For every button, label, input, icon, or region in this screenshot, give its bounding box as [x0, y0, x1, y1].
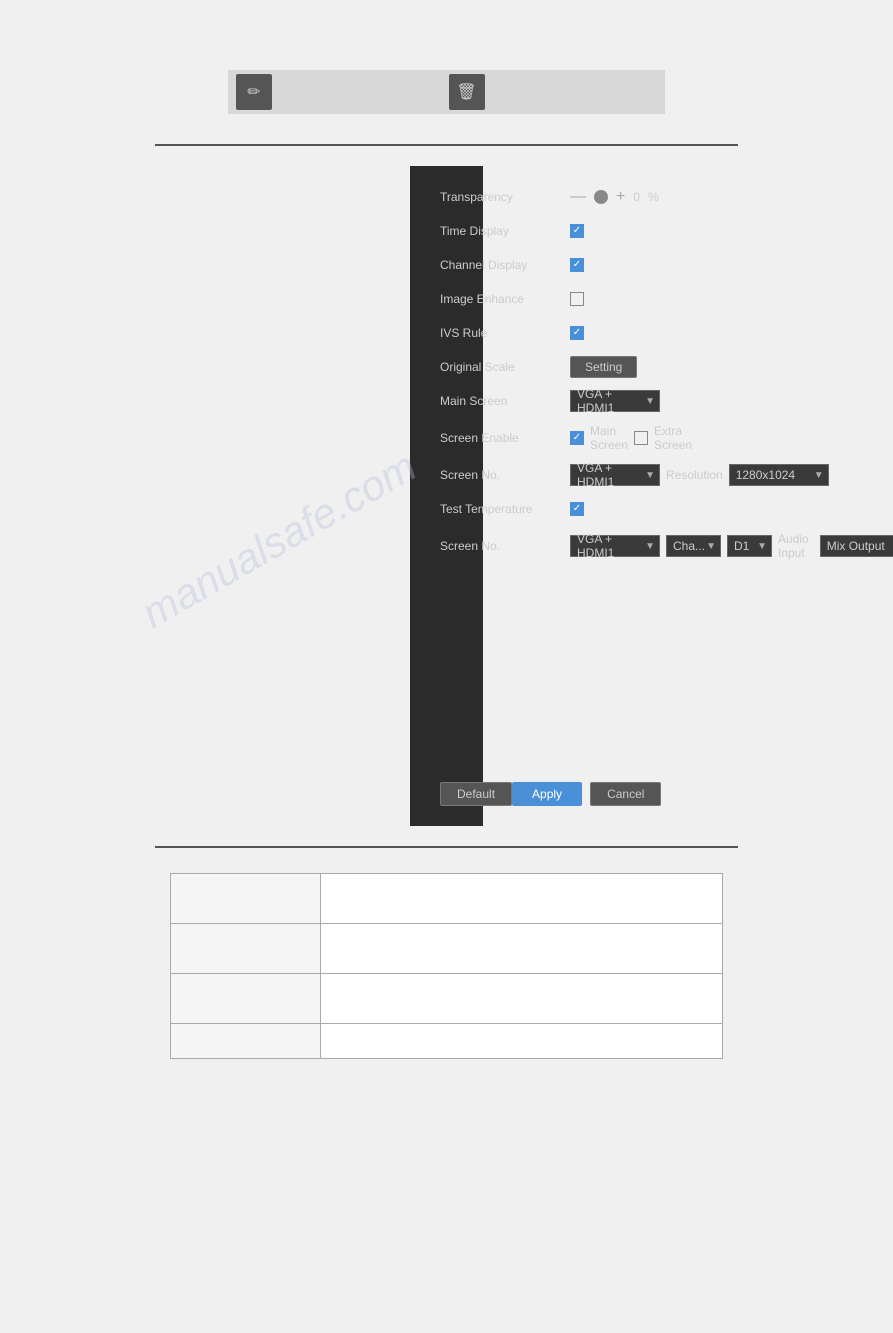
transparency-indicator [594, 190, 608, 204]
time-display-checkbox[interactable] [570, 224, 584, 238]
screen-no1-value: VGA + HDMI1 ▼ Resolution 1280x1024 ▼ [570, 464, 829, 486]
ivs-rule-value [570, 326, 584, 340]
channel-display-value [570, 258, 584, 272]
channel-value-select[interactable]: D1 ▼ [727, 535, 772, 557]
table-row [171, 924, 723, 974]
original-scale-label: Original Scale [440, 360, 570, 374]
settings-panel: Transparency — + 0 % Time Display Channe… [410, 166, 483, 826]
channel-select[interactable]: Cha... ▼ [666, 535, 721, 557]
footer-right-buttons: Apply Cancel [512, 782, 661, 806]
channel-value-text: D1 [734, 539, 749, 553]
transparency-controls: — + 0 % [570, 189, 659, 205]
time-display-row: Time Display [440, 220, 453, 242]
screen-enable-main-label: Main Screen [590, 424, 628, 452]
transparency-unit: % [648, 190, 659, 204]
default-button[interactable]: Default [440, 782, 512, 806]
top-divider [155, 144, 738, 146]
delete-icon: 🗑 [456, 82, 476, 102]
screen-enable-label: Screen Enable [440, 431, 570, 445]
channel-display-label: Channel Display [440, 258, 570, 272]
table-cell-left [171, 974, 321, 1024]
original-scale-button[interactable]: Setting [570, 356, 637, 378]
delete-button[interactable]: 🗑 [449, 74, 485, 110]
time-display-value [570, 224, 584, 238]
image-enhance-value [570, 292, 584, 306]
ivs-rule-row: IVS Rule [440, 322, 453, 344]
empty-space [440, 572, 453, 772]
resolution-label: Resolution [666, 468, 723, 482]
transparency-minus-button[interactable]: — [570, 189, 586, 205]
main-screen-select[interactable]: VGA + HDMI1 ▼ [570, 390, 660, 412]
screen-enable-extra-label: Extra Screen [654, 424, 692, 452]
test-temperature-value [570, 502, 584, 516]
main-screen-value: VGA + HDMI1 ▼ [570, 390, 660, 412]
table-cell-left [171, 924, 321, 974]
screen-no1-select-text: VGA + HDMI1 [577, 461, 639, 489]
screen-no2-value: VGA + HDMI1 ▼ Cha... ▼ D1 ▼ Audio Input … [570, 532, 893, 560]
table-cell-right [321, 924, 723, 974]
resolution-select[interactable]: 1280x1024 ▼ [729, 464, 829, 486]
main-screen-label: Main Screen [440, 394, 570, 408]
screen-no2-select[interactable]: VGA + HDMI1 ▼ [570, 535, 660, 557]
settings-panel-wrapper: manualsafe.com Transparency — + 0 % Time… [205, 166, 688, 826]
time-display-label: Time Display [440, 224, 570, 238]
audio-input-select-text: Mix Output [827, 539, 885, 553]
main-screen-select-text: VGA + HDMI1 [577, 387, 639, 415]
channel-arrow-icon: ▼ [706, 541, 716, 552]
audio-input-label: Audio Input [778, 532, 814, 560]
screen-enable-row: Screen Enable Main Screen Extra Screen [440, 424, 453, 452]
screen-no1-label: Screen No. [440, 468, 570, 482]
transparency-value: 0 [633, 190, 640, 204]
main-screen-row: Main Screen VGA + HDMI1 ▼ [440, 390, 453, 412]
image-enhance-label: Image Enhance [440, 292, 570, 306]
original-scale-value: Setting [570, 356, 637, 378]
table-cell-right [321, 1024, 723, 1059]
top-toolbar: ✏ 🗑 [228, 70, 665, 114]
screen-enable-value: Main Screen Extra Screen [570, 424, 692, 452]
screen-enable-extra-checkbox[interactable] [634, 431, 648, 445]
screen-no1-row: Screen No. VGA + HDMI1 ▼ Resolution 1280… [440, 464, 453, 486]
test-temperature-label: Test Temperature [440, 502, 570, 516]
screen-no1-select[interactable]: VGA + HDMI1 ▼ [570, 464, 660, 486]
transparency-plus-button[interactable]: + [616, 189, 625, 205]
main-screen-arrow-icon: ▼ [645, 396, 655, 407]
channel-display-row: Channel Display [440, 254, 453, 276]
ivs-rule-checkbox[interactable] [570, 326, 584, 340]
info-table [170, 873, 723, 1059]
channel-label-text: Cha... [673, 539, 705, 553]
apply-button[interactable]: Apply [512, 782, 582, 806]
table-cell-left [171, 874, 321, 924]
test-temperature-row: Test Temperature [440, 498, 453, 520]
cancel-button[interactable]: Cancel [590, 782, 661, 806]
channel-display-checkbox[interactable] [570, 258, 584, 272]
audio-input-select[interactable]: Mix Output ▼ [820, 535, 893, 557]
table-row [171, 974, 723, 1024]
screen-no1-arrow-icon: ▼ [645, 470, 655, 481]
table-row [171, 874, 723, 924]
screen-enable-main-checkbox[interactable] [570, 431, 584, 445]
image-enhance-row: Image Enhance [440, 288, 453, 310]
channel-value-arrow-icon: ▼ [757, 541, 767, 552]
edit-button[interactable]: ✏ [236, 74, 272, 110]
screen-no2-arrow-icon: ▼ [645, 541, 655, 552]
ivs-rule-label: IVS Rule [440, 326, 570, 340]
screen-no2-select-text: VGA + HDMI1 [577, 532, 639, 560]
test-temperature-checkbox[interactable] [570, 502, 584, 516]
resolution-arrow-icon: ▼ [814, 470, 824, 481]
table-row [171, 1024, 723, 1059]
resolution-select-text: 1280x1024 [736, 468, 795, 482]
watermark: manualsafe.com [134, 442, 425, 638]
table-cell-right [321, 874, 723, 924]
edit-icon: ✏ [247, 82, 260, 102]
panel-footer: Default Apply Cancel [440, 772, 453, 811]
bottom-divider [155, 846, 738, 848]
transparency-row: Transparency — + 0 % [440, 186, 453, 208]
table-cell-left [171, 1024, 321, 1059]
image-enhance-checkbox[interactable] [570, 292, 584, 306]
table-cell-right [321, 974, 723, 1024]
original-scale-row: Original Scale Setting [440, 356, 453, 378]
transparency-label: Transparency [440, 190, 570, 204]
screen-no2-label: Screen No. [440, 539, 570, 553]
screen-no2-row: Screen No. VGA + HDMI1 ▼ Cha... ▼ D1 ▼ A… [440, 532, 453, 560]
